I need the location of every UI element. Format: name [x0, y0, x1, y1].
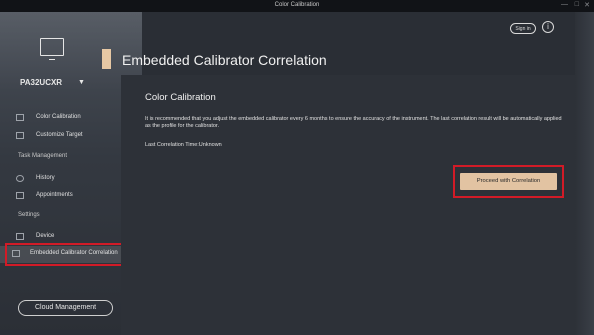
sidebar-item-label: Color Calibration [36, 114, 81, 120]
history-icon [16, 175, 24, 182]
chevron-down-icon[interactable]: ▼ [78, 79, 85, 86]
content-card [121, 75, 576, 335]
proceed-with-correlation-button[interactable]: Proceed with Correlation [460, 173, 557, 190]
last-correlation-time: Last Correlation Time:Unknown [145, 142, 222, 148]
section-settings: Settings [18, 212, 40, 218]
right-edge-panel [575, 12, 594, 335]
sidebar-item-label: Device [36, 233, 55, 239]
card-title: Color Calibration [145, 92, 216, 103]
monitor-icon [40, 38, 64, 56]
maximize-button[interactable]: □ [575, 1, 579, 8]
sidebar-item-label: Customize Target [36, 132, 83, 138]
window-title: Color Calibration [274, 2, 320, 8]
document-icon [16, 132, 24, 139]
sidebar-item-label: Appointments [36, 192, 73, 198]
description-text: It is recommended that you adjust the em… [145, 116, 562, 129]
info-icon[interactable]: i [542, 21, 554, 33]
active-item-highlight [5, 243, 135, 266]
model-selector[interactable]: PA32UCXR [20, 78, 62, 87]
monitor-stand-icon [49, 56, 55, 60]
sidebar-item-label: History [36, 175, 55, 181]
monitor-calibration-icon [16, 114, 24, 121]
close-button[interactable]: ✕ [584, 1, 590, 9]
sign-in-button[interactable]: Sign in [510, 23, 536, 34]
cloud-management-button[interactable]: Cloud Management [18, 300, 113, 316]
monitor-icon [16, 233, 24, 240]
section-task-management: Task Management [18, 153, 68, 159]
proceed-highlight: Proceed with Correlation [453, 165, 564, 198]
minimize-button[interactable]: — [561, 1, 568, 8]
page-title: Embedded Calibrator Correlation [122, 52, 327, 68]
title-accent-marker [102, 49, 111, 69]
calendar-icon [16, 192, 24, 199]
title-bar: Color Calibration — □ ✕ [0, 0, 594, 12]
app-window: Color Calibration — □ ✕ PA32UCXR ▼ Color… [0, 0, 594, 335]
